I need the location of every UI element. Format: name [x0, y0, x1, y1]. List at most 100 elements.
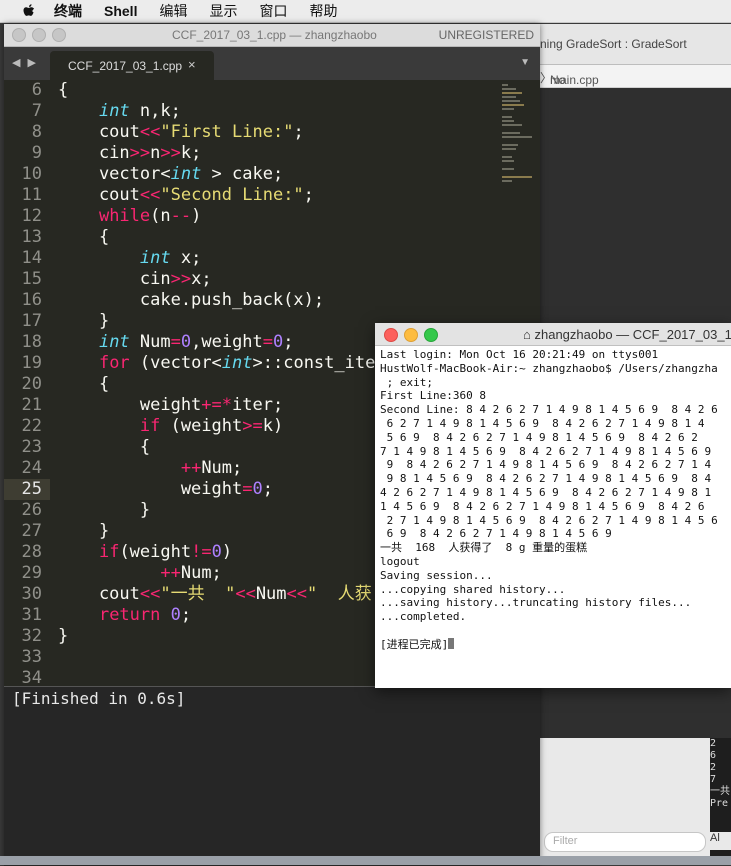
tab-ccf-2017-03-1[interactable]: CCF_2017_03_1.cpp ×	[50, 51, 214, 80]
build-output-panel[interactable]: [Finished in 0.6s]	[4, 686, 540, 866]
line-number: 6	[31, 80, 42, 100]
line-number: 20	[21, 374, 42, 394]
code-line[interactable]: if (weight>=k)	[58, 416, 283, 437]
code-line[interactable]: weight=0;	[58, 479, 273, 500]
code-line[interactable]: ++Num;	[58, 563, 221, 584]
terminal-line-text: 6 9 8 4 2 6 2 7 1 4 9 8 1 4 5 6 9	[380, 527, 612, 541]
terminal-line-text: 2 7 1 4 9 8 1 4 5 6 9 8 4 2 6 2 7 1 4 9 …	[380, 513, 718, 527]
line-number: 32	[21, 626, 42, 646]
minimize-button[interactable]	[404, 328, 418, 342]
terminal-line-text: 6 2 7 1 4 9 8 1 4 5 6 9 8 4 2 6 2 7 1 4 …	[380, 416, 705, 430]
line-number-gutter: 6 7 8 9 10 11 12 13 14 15 16 17 18 19 20 21 22 23 24 25 26 27…	[4, 80, 50, 688]
line-number: 28	[21, 542, 42, 562]
terminal-line: Saving session...	[380, 569, 731, 583]
sublime-title-bar[interactable]: CCF_2017_03_1.cpp — zhangzhaobo UNREGIST…	[4, 24, 540, 47]
line-number: 11	[21, 185, 42, 205]
line-number: 31	[21, 605, 42, 625]
code-line[interactable]: {	[58, 437, 150, 458]
close-button[interactable]	[384, 328, 398, 342]
terminal-line: ...saving history...truncating history f…	[380, 596, 731, 610]
terminal-line: ...copying shared history...	[380, 583, 731, 597]
line-number: 21	[21, 395, 42, 415]
terminal-line: ...completed.	[380, 610, 731, 624]
menu-edit[interactable]: 编辑	[159, 1, 187, 21]
code-line[interactable]: }	[58, 521, 109, 542]
filter-input[interactable]: Filter	[544, 832, 706, 852]
terminal-line: 一共 168 人获得了 8 g 重量的蛋糕	[380, 541, 731, 555]
terminal-line-text: 4 2 6 2 7 1 4 9 8 1 4 5 6 9 8 4 2 6 2 7 …	[380, 485, 712, 499]
terminal-line-text: logout	[380, 554, 420, 568]
code-line[interactable]: int n,k;	[58, 101, 181, 122]
code-line[interactable]: int Num=0,weight=0;	[58, 332, 294, 353]
code-line[interactable]: cin>>n>>k;	[58, 143, 201, 164]
terminal-line: [进程已完成]	[380, 637, 731, 652]
home-folder-icon: ⌂	[523, 327, 531, 342]
terminal-line: HustWolf-MacBook-Air:~ zhangzhaobo$ /Use…	[380, 362, 731, 376]
menu-help[interactable]: 帮助	[309, 1, 337, 21]
line-number: 14	[21, 248, 42, 268]
line-number: 12	[21, 206, 42, 226]
terminal-title-bar[interactable]: ⌂ zhangzhaobo — CCF_2017_03_1	[375, 323, 731, 346]
code-line[interactable]: cout<<"Second Line:";	[58, 185, 314, 206]
terminal-line-text: 5 6 9 8 4 2 6 2 7 1 4 9 8 1 4 5 6 9 8 4 …	[380, 430, 698, 444]
tab-bar: ◀ ▶ CCF_2017_03_1.cpp × ▼	[4, 47, 540, 80]
menu-bar: 终端 Shell 编辑 显示 窗口 帮助	[0, 0, 731, 23]
menu-view[interactable]: 显示	[209, 1, 237, 21]
terminal-line-text: ; exit;	[380, 375, 433, 389]
line-number: 19	[21, 353, 42, 373]
menu-shell[interactable]: Shell	[104, 3, 137, 19]
close-tab-icon[interactable]: ×	[188, 57, 196, 72]
zoom-button[interactable]	[52, 28, 66, 42]
code-line[interactable]: if(weight!=0)	[58, 542, 232, 563]
terminal-line: 9 8 1 4 5 6 9 8 4 2 6 2 7 1 4 9 8 1 4 5 …	[380, 472, 731, 486]
tab-nav-arrows-icon[interactable]: ◀ ▶	[12, 56, 38, 69]
line-number: 10	[21, 164, 42, 184]
terminal-line: Second Line: 8 4 2 6 2 7 1 4 9 8 1 4 5 6…	[380, 403, 731, 417]
window-title: CCF_2017_03_1.cpp — zhangzhaobo	[172, 28, 377, 42]
xcode-title: ning GradeSort : GradeSort	[540, 37, 687, 51]
line-number: 13	[21, 227, 42, 247]
tab-label: CCF_2017_03_1.cpp	[68, 59, 183, 73]
code-line[interactable]: while(n--)	[58, 206, 201, 227]
zoom-button[interactable]	[424, 328, 438, 342]
code-line[interactable]: cin>>x;	[58, 269, 212, 290]
line-number: 24	[21, 458, 42, 478]
close-button[interactable]	[12, 28, 26, 42]
code-line[interactable]: ++Num;	[58, 458, 242, 479]
code-line[interactable]: return 0;	[58, 605, 191, 626]
line-number: 18	[21, 332, 42, 352]
line-number: 8	[31, 122, 42, 142]
terminal-line: 6 2 7 1 4 9 8 1 4 5 6 9 8 4 2 6 2 7 1 4 …	[380, 417, 731, 431]
code-line[interactable]: for (vector<int>::const_ite	[58, 353, 375, 374]
unregistered-label: UNREGISTERED	[438, 28, 534, 42]
code-line[interactable]: }	[58, 500, 150, 521]
code-line[interactable]: cout<<"First Line:";	[58, 122, 304, 143]
xcode-jump-bar[interactable]: main.cpp 〉 No Selection	[530, 65, 731, 101]
apple-icon[interactable]	[20, 3, 38, 19]
tab-menu-icon[interactable]: ▼	[520, 57, 530, 68]
menu-terminal[interactable]: 终端	[54, 1, 82, 21]
terminal-line: ; exit;	[380, 376, 731, 390]
code-line[interactable]: weight+=*iter;	[58, 395, 283, 416]
code-line[interactable]: }	[58, 311, 109, 332]
terminal-title: ⌂ zhangzhaobo — CCF_2017_03_1	[523, 327, 731, 342]
minimize-button[interactable]	[32, 28, 46, 42]
terminal-line: First Line:360 8	[380, 389, 731, 403]
menu-window[interactable]: 窗口	[259, 1, 287, 21]
code-line[interactable]: int x;	[58, 248, 201, 269]
console-line: 2	[710, 738, 717, 749]
code-line[interactable]: cout<<"一共 "<<Num<<" 人获	[58, 584, 372, 605]
terminal-output[interactable]: Last login: Mon Oct 16 20:21:49 on ttys0…	[380, 348, 731, 688]
terminal-line-text: 一共 168 人获得了 8 g 重量的蛋糕	[380, 541, 588, 555]
code-line[interactable]: {	[58, 227, 109, 248]
code-line[interactable]: cake.push_back(x);	[58, 290, 324, 311]
code-line[interactable]: vector<int > cake;	[58, 164, 283, 185]
code-line[interactable]: {	[58, 80, 68, 101]
terminal-line: 6 9 8 4 2 6 2 7 1 4 9 8 1 4 5 6 9	[380, 527, 731, 541]
terminal-line-text: HustWolf-MacBook-Air:~ zhangzhaobo$ /Use…	[380, 361, 718, 375]
code-line[interactable]: {	[58, 374, 109, 395]
console-scope-button[interactable]: Al	[710, 832, 731, 850]
terminal-cursor	[448, 637, 455, 649]
terminal-line-text: Last login: Mon Oct 16 20:21:49 on ttys0…	[380, 348, 659, 361]
code-line[interactable]: }	[58, 626, 68, 647]
